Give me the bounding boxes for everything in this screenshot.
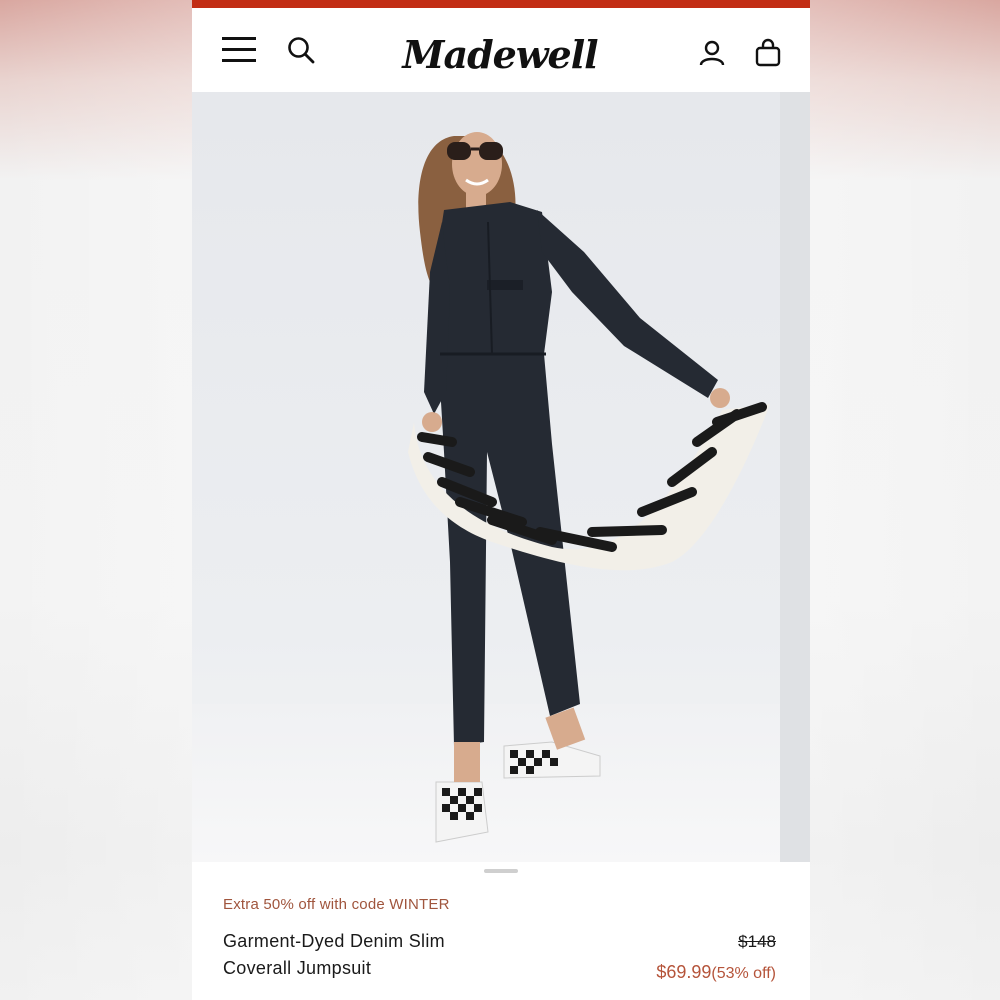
search-icon[interactable] (286, 35, 316, 65)
product-title-line-1: Garment-Dyed Denim Slim (223, 931, 445, 951)
product-title[interactable]: Garment-Dyed Denim Slim Coverall Jumpsui… (223, 928, 523, 982)
sale-price-group: $69.99(53% off) (656, 962, 776, 983)
mobile-screen: Madewell Extra 50% off with code WINTER … (192, 0, 810, 1000)
backdrop-right-edge (808, 0, 1000, 1000)
shopping-bag-icon[interactable] (754, 38, 782, 68)
discount-percent: (53% off) (711, 965, 776, 982)
brand-logo[interactable]: Madewell (400, 26, 600, 82)
model-illustration (408, 132, 770, 843)
product-image[interactable] (192, 92, 810, 862)
site-header: Madewell (192, 8, 810, 92)
backdrop-left-edge (0, 0, 192, 1000)
promo-code-text: Extra 50% off with code WINTER (223, 896, 450, 913)
account-icon[interactable] (697, 38, 727, 68)
original-price: $148 (738, 932, 776, 951)
sale-price: $69.99 (656, 962, 712, 982)
hamburger-menu-icon[interactable] (222, 36, 256, 64)
top-accent-strip (192, 0, 810, 8)
product-title-line-2: Coverall Jumpsuit (223, 958, 372, 978)
carousel-indicator[interactable] (484, 869, 518, 873)
